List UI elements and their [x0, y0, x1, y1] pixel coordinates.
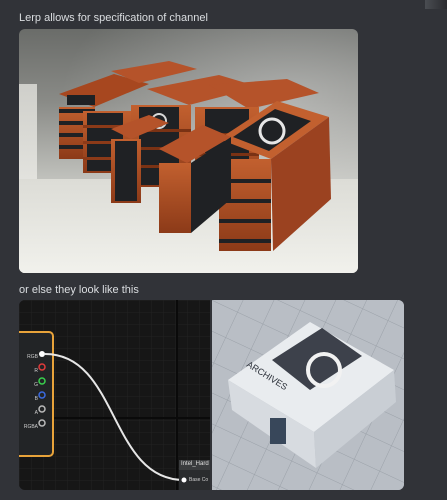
pin-label-a: A — [34, 410, 38, 416]
message-text-1: Lerp allows for specification of channel — [19, 12, 208, 24]
cases-illustration — [59, 61, 331, 251]
pin-label-g: G — [34, 382, 38, 388]
top-edge-artifact — [425, 0, 447, 9]
pin-label-b: B — [34, 396, 38, 402]
attachment-image-stacked-cases[interactable] — [19, 29, 358, 273]
white-case-illustration: ARCHIVES — [212, 300, 404, 490]
pin-label-rgb: RGB — [27, 354, 38, 360]
pin-labels: RGB R G B A RGBA — [19, 350, 38, 434]
attachment-image-node-graph[interactable]: RGB R G B A RGBA Intel_Hard Base Co — [19, 300, 210, 490]
target-node-pin: Base Co — [189, 477, 209, 483]
message-text-2: or else they look like this — [19, 284, 139, 296]
pin-label-r: R — [34, 368, 38, 374]
pin-label-rgba: RGBA — [23, 424, 38, 430]
attachment-image-white-case[interactable]: ARCHIVES — [212, 300, 404, 490]
target-node-title: Intel_Hard — [181, 461, 209, 467]
